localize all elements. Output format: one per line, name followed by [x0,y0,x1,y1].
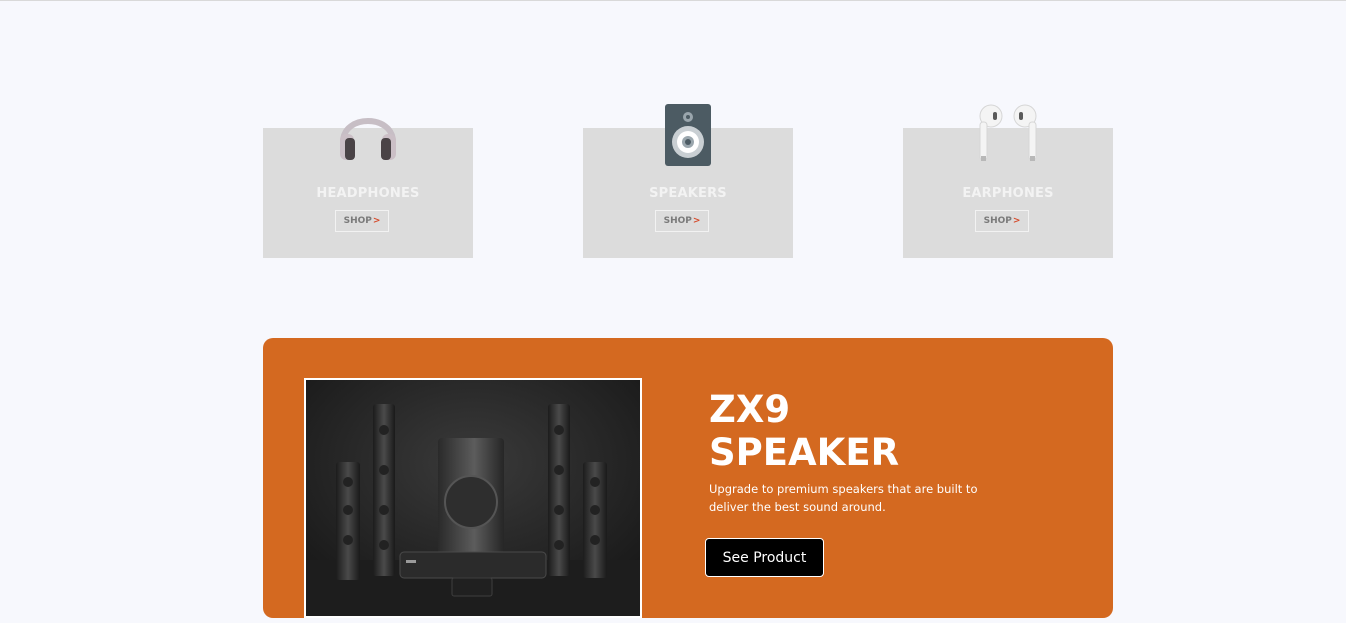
shop-headphones-button[interactable]: SHOP > [335,210,389,232]
category-title: SPEAKERS [649,186,727,201]
shop-arrow-icon: > [692,216,701,226]
promo-title-line-2: SPEAKER [709,431,900,474]
category-card-speakers: SPEAKERS SHOP > [583,104,793,258]
top-divider [0,0,1346,1]
category-card-earphones: EARPHONES SHOP > [903,104,1113,258]
speaker-system-image [304,378,642,618]
shop-label: SHOP [663,216,692,226]
category-title: EARPHONES [962,186,1054,201]
zx9-promo-banner: ZX9 SPEAKER Upgrade to premium speakers … [263,338,1113,618]
shop-arrow-icon: > [372,216,381,226]
see-product-button[interactable]: See Product [705,538,824,577]
headphones-icon [340,118,396,160]
shop-speakers-button[interactable]: SHOP > [655,210,709,232]
category-title: HEADPHONES [316,186,420,201]
category-card-headphones: HEADPHONES SHOP > [263,118,473,258]
promo-title: ZX9 SPEAKER [709,388,899,474]
shop-earphones-button[interactable]: SHOP > [975,210,1029,232]
earphones-icon [979,104,1037,161]
shop-label: SHOP [343,216,372,226]
shop-label: SHOP [983,216,1012,226]
promo-description: Upgrade to premium speakers that are bui… [709,482,978,514]
promo-title-line-1: ZX9 [709,388,791,431]
shop-arrow-icon: > [1012,216,1021,226]
speaker-icon [665,104,711,166]
